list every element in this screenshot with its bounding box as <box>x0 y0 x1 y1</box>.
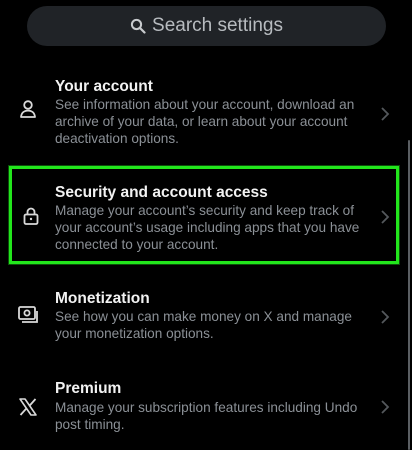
search-icon <box>130 18 146 34</box>
chevron-right-icon <box>381 107 390 121</box>
settings-item-title: Premium <box>55 380 122 397</box>
chevron-right-icon <box>381 400 390 414</box>
settings-item-title: Your account <box>55 78 153 95</box>
money-icon <box>18 306 38 323</box>
settings-item-premium[interactable]: Premium Manage your subscription feature… <box>0 369 404 449</box>
settings-item-security[interactable]: Security and account access Manage your … <box>9 166 399 264</box>
x-logo-icon <box>19 398 37 416</box>
settings-item-description: Manage your subscription features includ… <box>55 400 358 433</box>
chevron-right-icon <box>381 310 390 324</box>
chevron-right-icon <box>381 210 390 224</box>
settings-item-description: See how you can make money on X and mana… <box>55 309 352 342</box>
search-input[interactable]: Search settings <box>27 6 386 46</box>
settings-item-monetization[interactable]: Monetization See how you can make money … <box>0 278 404 358</box>
settings-item-title: Monetization <box>55 290 150 307</box>
settings-item-description: See information about your account, down… <box>55 97 355 147</box>
settings-item-your-account[interactable]: Your account See information about your … <box>0 66 404 156</box>
lock-icon <box>23 207 39 225</box>
search-placeholder: Search settings <box>152 15 283 36</box>
settings-item-title: Security and account access <box>55 184 268 201</box>
scrollbar[interactable] <box>408 140 410 450</box>
settings-item-description: Manage your account’s security and keep … <box>55 203 360 253</box>
person-icon <box>20 100 36 118</box>
